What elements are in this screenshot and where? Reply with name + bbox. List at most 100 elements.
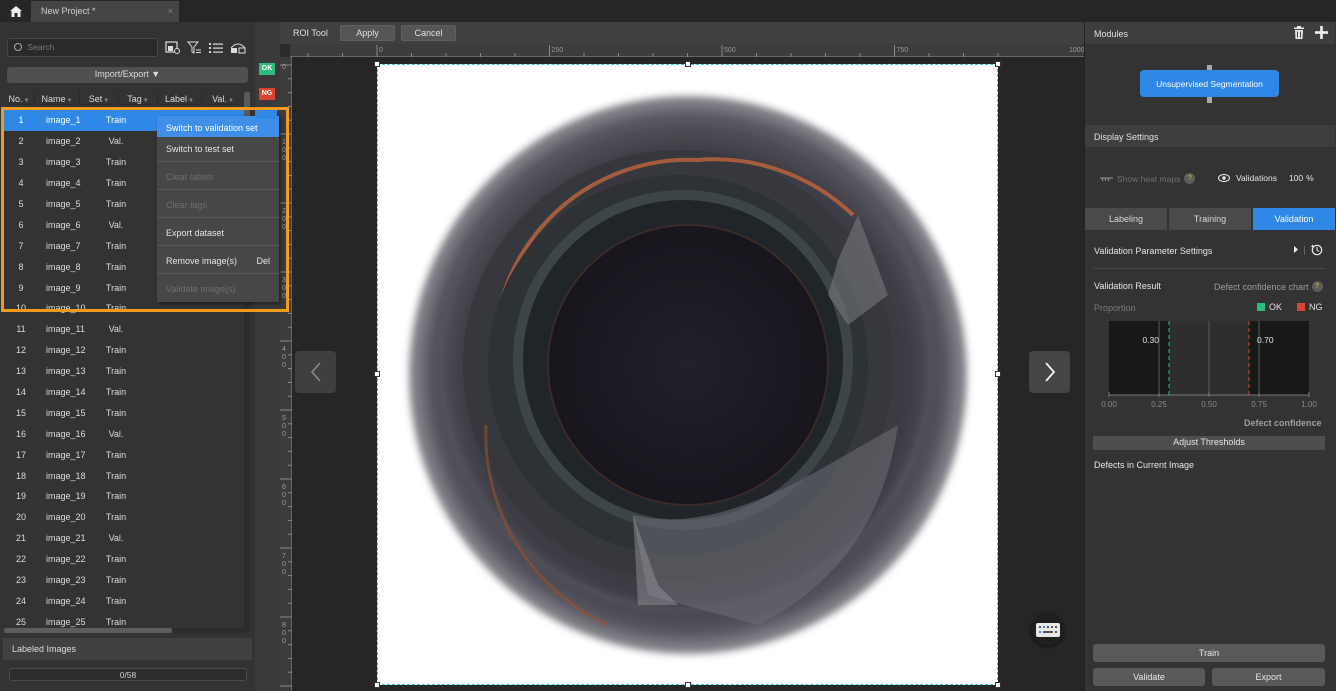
resize-handle-nw[interactable] [374,61,380,67]
row-name: image_9 [46,282,81,293]
row-name: image_25 [46,616,86,627]
tab-validation[interactable]: Validation [1253,208,1335,230]
help-icon[interactable]: ? [1311,281,1323,292]
row-number: 16 [15,428,26,439]
resize-handle-n[interactable] [685,61,691,67]
ruler-label: 1 [282,139,286,146]
resize-handle-e[interactable] [995,371,1001,377]
search-input[interactable] [27,42,138,52]
ruler-label: 3 [282,277,286,284]
chevron-left-icon [310,362,321,382]
ng-label-button[interactable]: NG [259,88,275,100]
x-axis-label: Defect confidence [1244,418,1322,428]
image-settings-icon [164,41,180,54]
table-row[interactable]: 23 image_23 Train [4,570,244,591]
ruler-label: 0 [282,561,286,568]
table-row[interactable]: 19 image_19 Train [4,486,244,507]
inspection-image[interactable] [377,64,998,685]
import-export-button[interactable]: Import/Export ▼ [7,67,248,83]
table-row[interactable]: 24 image_24 Train [4,590,244,611]
filter-button[interactable] [184,38,204,57]
adjust-thresholds-button[interactable]: Adjust Thresholds [1093,436,1325,450]
ruler-label: 0 [282,630,286,637]
train-button[interactable]: Train [1093,644,1325,662]
table-row[interactable]: 11 image_11 Val. [4,319,244,340]
cancel-button[interactable]: Cancel [401,25,456,41]
expand-icon[interactable] [1293,245,1299,256]
row-number: 15 [15,407,26,418]
image-settings-button[interactable] [162,38,182,57]
table-row[interactable]: 22 image_22 Train [4,549,244,570]
validations-toggle[interactable]: Validations 100 % [1218,173,1314,183]
resize-handle-w[interactable] [374,371,380,377]
table-row[interactable]: 12 image_12 Train [4,340,244,361]
column-no[interactable]: No.▼ [4,92,35,108]
help-icon[interactable]: ? [1184,173,1196,184]
column-name[interactable]: Name▼ [35,92,80,108]
table-row[interactable]: 15 image_15 Train [4,402,244,423]
previous-image-button[interactable] [295,351,336,393]
project-tab[interactable]: New Project * × [31,1,179,22]
column-tag[interactable]: Tag▼ [119,92,158,108]
resize-handle-sw[interactable] [374,682,380,688]
list-view-button[interactable] [206,38,226,57]
search-field[interactable] [7,38,158,57]
bottle-mouth-image [403,90,973,660]
reset-history-icon[interactable] [1311,244,1323,258]
column-set[interactable]: Set▼ [80,92,119,108]
validate-button[interactable]: Validate [1093,668,1205,686]
menu-switch-to-validation-set[interactable]: Switch to validation set [157,116,279,137]
ruler-label: 0 [282,224,286,231]
table-row[interactable]: 20 image_20 Train [4,507,244,528]
roi-view-button[interactable] [228,38,248,57]
proportion-axis-label: Proportion [1094,303,1136,313]
column-label[interactable]: Label▼ [158,92,202,108]
resize-handle-ne[interactable] [995,61,1001,67]
keyboard-shortcuts-button[interactable] [1031,613,1064,646]
ruler-label: 750 [897,47,909,54]
menu-export-dataset[interactable]: Export dataset [157,221,279,242]
plus-icon [1315,26,1328,39]
row-number: 4 [18,178,24,189]
ok-region [1109,321,1169,395]
row-name: image_16 [46,428,86,439]
menu-switch-to-test-set[interactable]: Switch to test set [157,137,279,158]
delete-module-button[interactable] [1293,26,1307,40]
search-icon [14,43,22,51]
column-val[interactable]: Val.▼ [202,92,244,108]
horizontal-scrollbar-thumb[interactable] [4,628,172,633]
resize-handle-s[interactable] [685,682,691,688]
row-set: Train [105,449,127,460]
ok-label-button[interactable]: OK [259,63,275,75]
module-unsupervised-segmentation[interactable]: Unsupervised Segmentation [1140,70,1279,97]
tab-training[interactable]: Training [1169,208,1251,230]
menu-remove-images[interactable]: Remove image(s) Del [157,249,279,270]
row-set: Train [105,115,127,126]
row-set: Train [105,554,127,565]
row-set: Train [105,595,127,606]
home-button[interactable] [4,2,28,20]
table-row[interactable]: 21 image_21 Val. [4,528,244,549]
row-number: 9 [18,282,24,293]
validation-parameter-settings[interactable]: Validation Parameter Settings [1094,244,1326,258]
export-button[interactable]: Export [1212,668,1325,686]
roi-icon [230,43,246,53]
table-row[interactable]: 14 image_14 Train [4,382,244,403]
show-heat-maps-toggle[interactable]: Show heat maps ? [1100,173,1196,184]
section-divider [1093,268,1325,269]
table-row[interactable]: 16 image_16 Val. [4,423,244,444]
chart-svg: 0.00 0.25 0.50 0.75 1.00 0.30 0.70 [1101,321,1317,409]
vertical-ruler: 0100200300400500600700800 [280,57,292,691]
table-row[interactable]: 13 image_13 Train [4,361,244,382]
apply-button[interactable]: Apply [340,25,395,41]
ruler-label: 0 [282,285,286,292]
tab-labeling[interactable]: Labeling [1085,208,1167,230]
next-image-button[interactable] [1029,351,1070,393]
table-row[interactable]: 18 image_18 Train [4,465,244,486]
row-more-button[interactable]: ···· [255,106,277,119]
add-module-button[interactable] [1315,26,1329,40]
table-row[interactable]: 17 image_17 Train [4,444,244,465]
close-tab-icon[interactable]: × [168,6,173,16]
resize-handle-se[interactable] [995,682,1001,688]
ruler-label: 500 [724,47,736,54]
